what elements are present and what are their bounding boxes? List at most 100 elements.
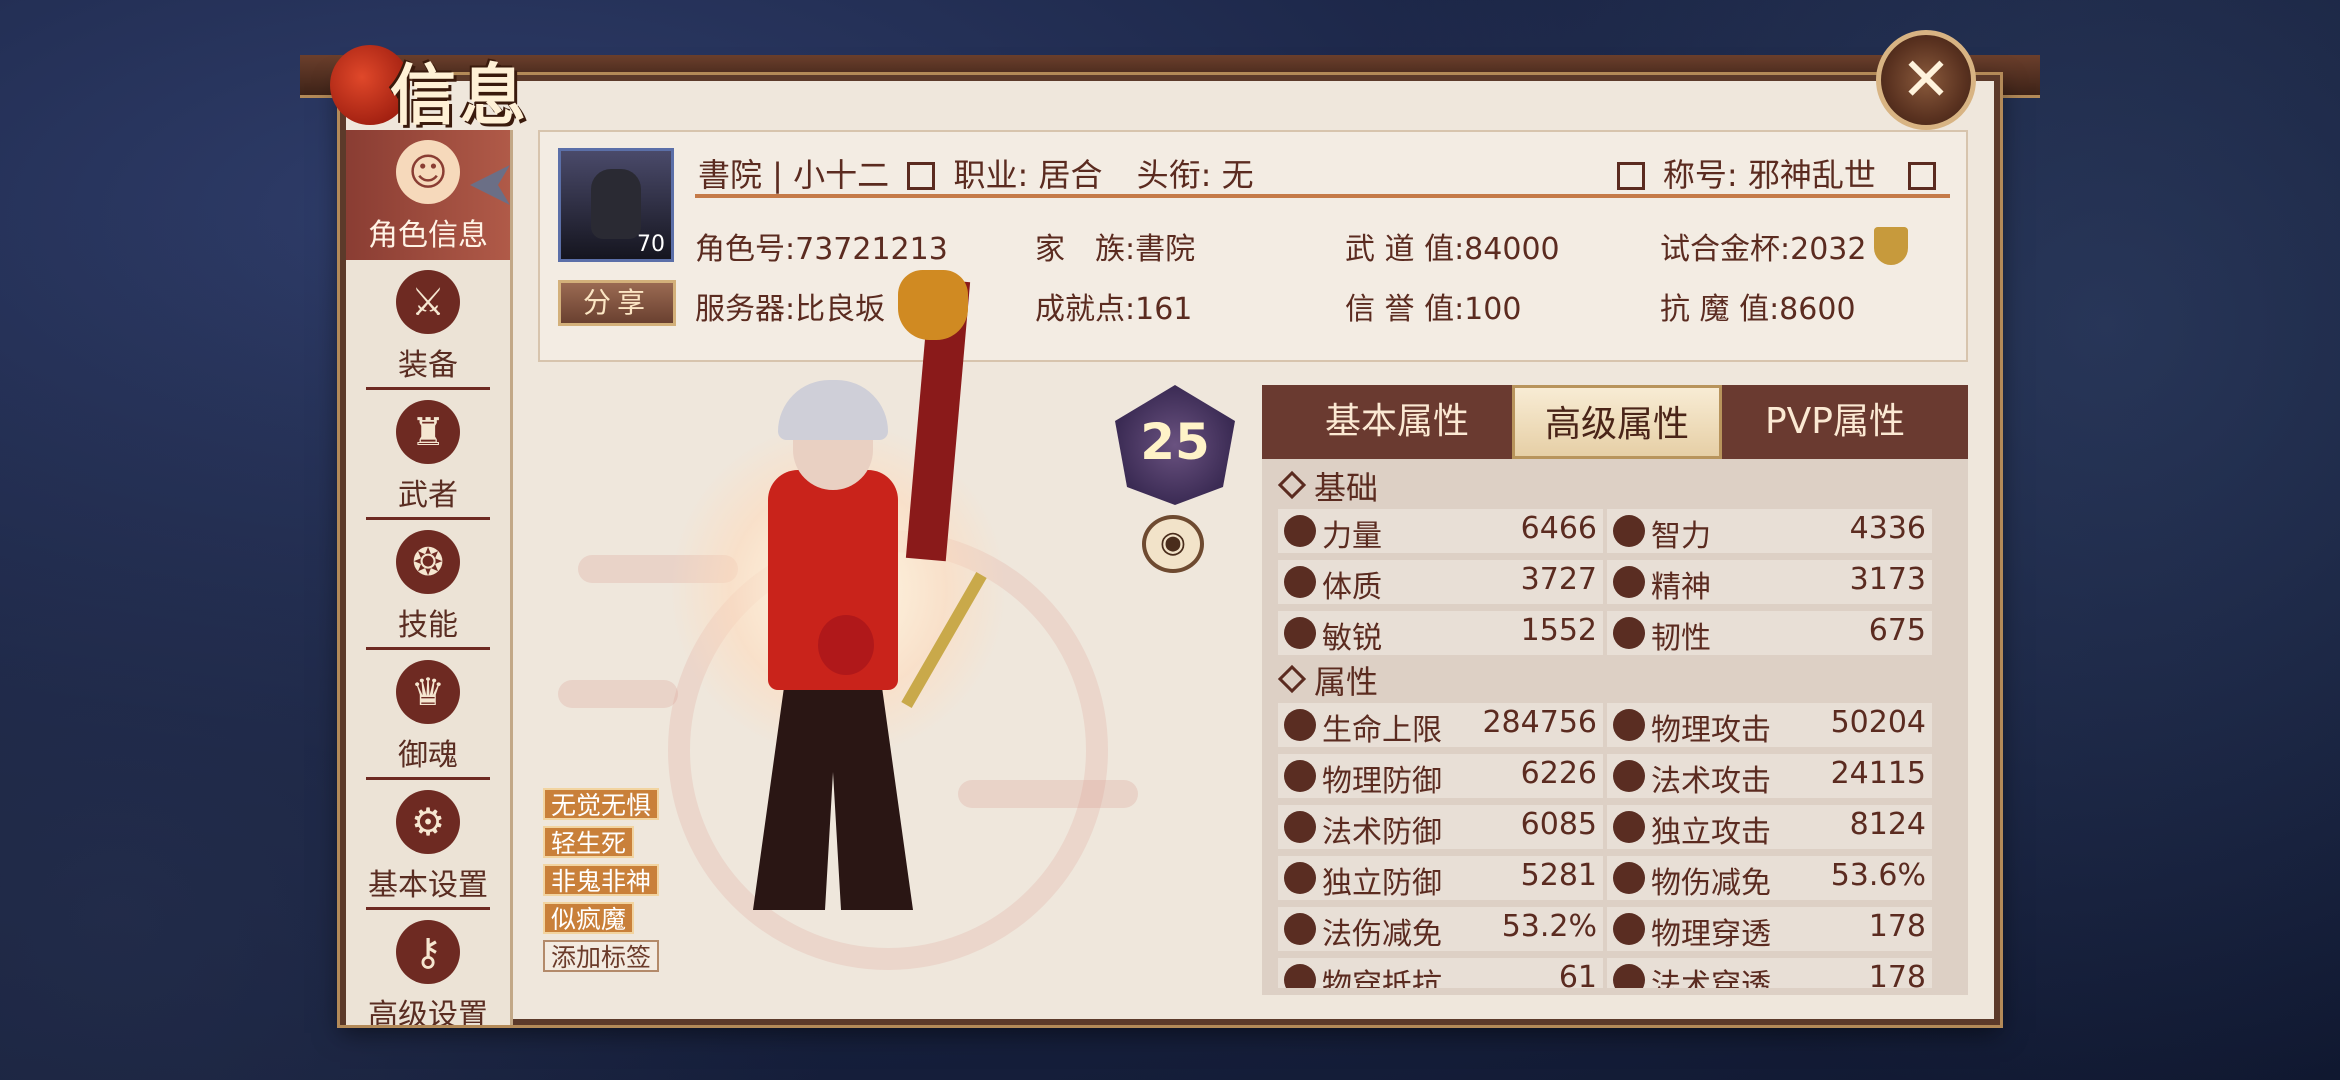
section-attributes: 属性 — [1277, 657, 1379, 703]
server: 服务器:比良坂 — [695, 292, 886, 327]
attr-magic-reduction: 法伤减免 53.2% — [1278, 907, 1603, 952]
decorative-cloud — [558, 680, 678, 708]
attr-value: 50204 — [1830, 705, 1926, 740]
title-value: 邪神乱世 — [1747, 156, 1876, 194]
attr-name: 法术穿透 — [1651, 968, 1771, 988]
physical-reduction-icon — [1613, 862, 1645, 894]
wudao-value: 武 道 值:84000 — [1345, 232, 1560, 267]
camera-button[interactable]: ◉ — [1142, 515, 1204, 573]
sidebar-item-label: 高级设置 — [368, 998, 488, 1025]
gold-cup-text: 试合金杯:2032 — [1660, 232, 1867, 267]
player-name: 書院 | 小十二 — [698, 156, 890, 194]
title-row: 称号: 邪神乱世 — [1609, 150, 1944, 196]
decorative-cloud — [958, 780, 1138, 808]
sidebar-item-label: 角色信息 — [368, 218, 488, 253]
sidebar-item-skill[interactable]: ❂ 技能 — [346, 520, 510, 650]
avatar[interactable]: 70 — [558, 148, 674, 262]
attr-agility: 敏锐 1552 — [1278, 611, 1603, 656]
attr-value: 3173 — [1849, 562, 1926, 597]
character-icon: ☺ — [396, 140, 460, 204]
tab-basic-attributes[interactable]: 基本属性 — [1282, 385, 1512, 459]
profile-info-box: 70 分享 書院 | 小十二 职业: 居合 头衔: 无 称号: 邪神乱世 角色号… — [538, 130, 1968, 362]
attr-name: 物理攻击 — [1651, 713, 1771, 748]
sidebar: ☺ 角色信息 ⚔ 装备 ♜ 武者 ❂ 技能 ♛ 御魂 ⚙ 基本设置 ⚷ 高级设置 — [346, 130, 513, 1025]
attr-name: 物伤减免 — [1651, 866, 1771, 901]
independent-attack-icon — [1613, 811, 1645, 843]
physical-penetration-icon — [1613, 913, 1645, 945]
attr-value: 1552 — [1520, 613, 1597, 648]
section-title: 属性 — [1314, 663, 1379, 701]
sidebar-item-basic-settings[interactable]: ⚙ 基本设置 — [346, 780, 510, 910]
attr-intelligence: 智力 4336 — [1607, 509, 1932, 554]
key-icon: ⚷ — [396, 920, 460, 984]
close-button[interactable]: ✕ — [1876, 30, 1976, 130]
close-icon: ✕ — [1900, 45, 1952, 115]
edit-signature-icon[interactable] — [1908, 162, 1936, 190]
edit-name-icon[interactable] — [907, 162, 936, 190]
title-label: 称号: — [1662, 156, 1738, 194]
attr-physical-defense: 物理防御 6226 — [1278, 754, 1603, 799]
add-tag-button[interactable]: 添加标签 — [543, 940, 660, 972]
attr-name: 智力 — [1651, 519, 1711, 554]
attr-value: 6466 — [1520, 511, 1597, 546]
magic-penetration-icon — [1613, 964, 1645, 988]
personality-tag[interactable]: 无觉无惧 — [543, 788, 660, 820]
tab-advanced-attributes[interactable]: 高级属性 — [1512, 385, 1722, 459]
sidebar-item-label: 技能 — [398, 608, 458, 643]
skill-icon: ❂ — [396, 530, 460, 594]
gear-icon: ⚙ — [396, 790, 460, 854]
diamond-icon — [1277, 470, 1307, 500]
intelligence-icon — [1613, 515, 1645, 547]
attr-independent-attack: 独立攻击 8124 — [1607, 805, 1932, 850]
reputation-value: 信 誉 值:100 — [1345, 292, 1522, 327]
attr-independent-defense: 独立防御 5281 — [1278, 856, 1603, 901]
attr-spirit: 精神 3173 — [1607, 560, 1932, 605]
header-underline — [695, 194, 1950, 198]
section-basic: 基础 — [1277, 463, 1379, 509]
attr-physical-penetration-resist: 物穿抵抗 61 — [1278, 958, 1603, 988]
magic-attack-icon — [1613, 760, 1645, 792]
attr-value: 6226 — [1520, 756, 1597, 791]
sidebar-item-warrior[interactable]: ♜ 武者 — [346, 390, 510, 520]
rank-label: 头衔: — [1136, 156, 1212, 194]
attr-name: 物理防御 — [1322, 764, 1442, 799]
attr-physical-penetration: 物理穿透 178 — [1607, 907, 1932, 952]
attr-name: 法伤减免 — [1322, 917, 1442, 952]
attr-name: 精神 — [1651, 570, 1711, 605]
sidebar-item-soul[interactable]: ♛ 御魂 — [346, 650, 510, 780]
spirit-icon — [1613, 566, 1645, 598]
attr-physical-attack: 物理攻击 50204 — [1607, 703, 1932, 748]
sidebar-item-character-info[interactable]: ☺ 角色信息 — [346, 130, 510, 260]
profile-header-row: 書院 | 小十二 职业: 居合 头衔: 无 — [698, 150, 1254, 196]
personality-tag[interactable]: 轻生死 — [543, 826, 635, 858]
physical-defense-icon — [1284, 760, 1316, 792]
penetration-resist-icon — [1284, 964, 1316, 988]
attr-strength: 力量 6466 — [1278, 509, 1603, 554]
sidebar-item-advanced-settings[interactable]: ⚷ 高级设置 — [346, 910, 510, 1025]
attr-value: 178 — [1868, 909, 1926, 944]
attribute-panel: 基本属性 高级属性 PVP属性 基础 力量 6466 智力 4336 体质 3727 … — [1262, 385, 1968, 995]
sidebar-item-equipment[interactable]: ⚔ 装备 — [346, 260, 510, 390]
attr-name: 独立攻击 — [1651, 815, 1771, 850]
tab-pvp-attributes[interactable]: PVP属性 — [1722, 385, 1948, 459]
tenacity-icon — [1613, 617, 1645, 649]
avatar-level: 70 — [637, 232, 665, 257]
attr-value: 53.6% — [1830, 858, 1926, 893]
gold-cup: 试合金杯:2032 — [1660, 224, 1909, 268]
attr-name: 生命上限 — [1322, 713, 1442, 748]
soul-icon: ♛ — [396, 660, 460, 724]
attr-name: 敏锐 — [1322, 621, 1382, 656]
hp-icon — [1284, 709, 1316, 741]
attr-magic-attack: 法术攻击 24115 — [1607, 754, 1932, 799]
personality-tag[interactable]: 似疯魔 — [543, 902, 635, 934]
sidebar-item-label: 御魂 — [398, 738, 458, 773]
section-title: 基础 — [1314, 469, 1379, 507]
edit-title-icon[interactable] — [1616, 162, 1645, 190]
personality-tag[interactable]: 非鬼非神 — [543, 864, 660, 896]
window-title: 信息 — [390, 56, 530, 134]
share-button[interactable]: 分享 — [558, 280, 676, 326]
attr-magic-penetration: 法术穿透 178 — [1607, 958, 1932, 988]
oni-mask-icon — [898, 270, 968, 340]
family: 家 族:書院 — [1035, 232, 1196, 267]
camera-icon: ◉ — [1159, 525, 1187, 560]
